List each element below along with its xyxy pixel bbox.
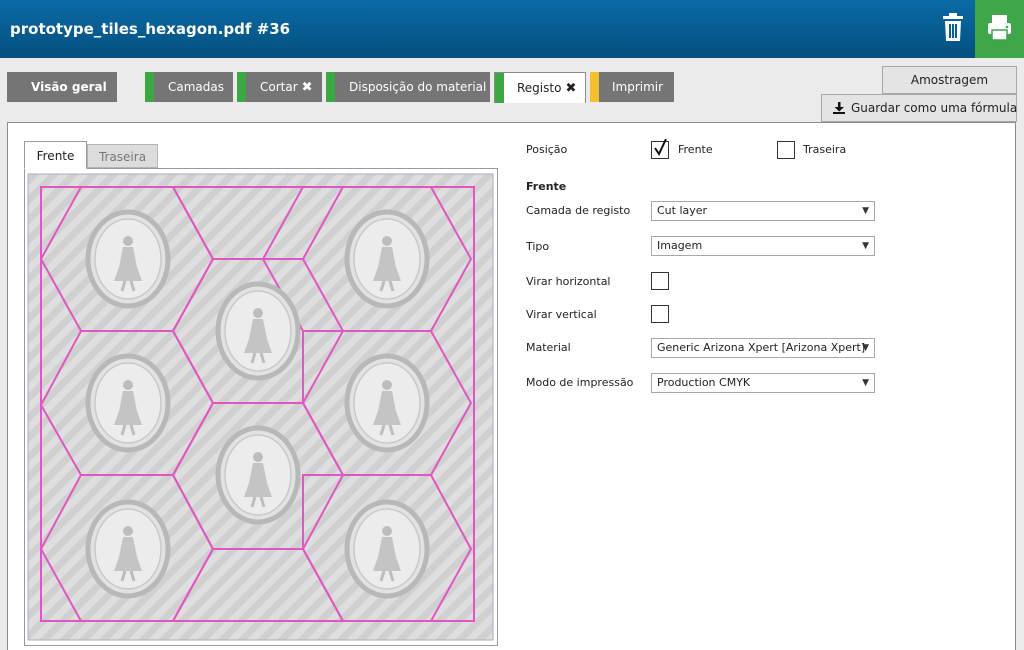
tab-front[interactable]: Frente: [24, 141, 87, 169]
tab-material-layout-label: Disposição do material: [349, 80, 487, 94]
tab-cut[interactable]: Cortar ✖: [237, 72, 322, 102]
position-back-checkbox[interactable]: [777, 141, 795, 159]
tab-layers[interactable]: Camadas: [145, 72, 233, 102]
material-select[interactable]: Generic Arizona Xpert [Arizona Xpert] ▼: [651, 338, 875, 358]
flip-vertical-label: Virar vertical: [526, 308, 597, 321]
dropdown-arrow-icon: ▼: [862, 378, 869, 388]
print-mode-value: Production CMYK: [657, 376, 751, 389]
type-value: Imagem: [657, 239, 703, 252]
download-icon: [833, 102, 845, 114]
tab-registration-label: Registo: [517, 81, 562, 95]
save-formula-label: Guardar como uma fórmula: [851, 101, 1018, 115]
document-title: prototype_tiles_hexagon.pdf #36: [10, 20, 291, 38]
preview-canvas[interactable]: [24, 168, 498, 646]
tab-material-layout[interactable]: Disposição do material: [326, 72, 490, 102]
save-formula-button[interactable]: Guardar como uma fórmula: [821, 94, 1017, 122]
flip-horizontal-label: Virar horizontal: [526, 275, 611, 288]
status-bar-warning: [590, 72, 599, 102]
tab-back-label: Traseira: [98, 150, 147, 164]
printer-icon: [988, 15, 1011, 41]
material-value: Generic Arizona Xpert [Arizona Xpert]: [657, 341, 866, 354]
reg-layer-value: Cut layer: [657, 204, 708, 217]
tab-registration[interactable]: Registo ✖: [494, 72, 586, 103]
tab-back[interactable]: Traseira: [87, 144, 158, 168]
section-title-front: Frente: [526, 180, 567, 193]
tab-layers-label: Camadas: [168, 80, 224, 94]
print-button[interactable]: [975, 0, 1024, 58]
trash-icon: [943, 13, 963, 41]
flip-vertical-checkbox[interactable]: [651, 305, 669, 323]
tab-cut-label: Cortar: [260, 80, 298, 94]
sampling-button[interactable]: Amostragem: [882, 66, 1017, 94]
dropdown-arrow-icon: ▼: [862, 343, 869, 353]
tab-print[interactable]: Imprimir: [590, 72, 674, 102]
close-icon[interactable]: ✖: [302, 80, 313, 95]
dropdown-arrow-icon: ▼: [862, 241, 869, 251]
status-bar-ok: [145, 72, 154, 102]
print-mode-select[interactable]: Production CMYK ▼: [651, 373, 875, 393]
reg-layer-label: Camada de registo: [526, 204, 631, 217]
close-icon[interactable]: ✖: [565, 81, 576, 96]
dropdown-arrow-icon: ▼: [862, 206, 869, 216]
sampling-label: Amostragem: [910, 73, 989, 87]
position-label: Posição: [526, 143, 568, 156]
position-front-label: Frente: [678, 143, 713, 156]
checkmark-icon: [654, 139, 667, 157]
reg-layer-select[interactable]: Cut layer ▼: [651, 201, 875, 221]
flip-horizontal-checkbox[interactable]: [651, 272, 669, 290]
status-bar-ok: [237, 72, 246, 102]
tab-print-label: Imprimir: [612, 80, 664, 94]
artwork-preview: [27, 173, 494, 641]
material-label: Material: [526, 341, 571, 354]
tab-overview-label: Visão geral: [31, 80, 107, 94]
app-header: prototype_tiles_hexagon.pdf #36: [0, 0, 1024, 58]
type-label: Tipo: [526, 240, 550, 253]
tab-front-label: Frente: [36, 149, 75, 163]
status-bar-ok: [495, 73, 504, 103]
delete-button[interactable]: [938, 12, 968, 44]
status-bar-ok: [326, 72, 335, 102]
type-select[interactable]: Imagem ▼: [651, 236, 875, 256]
position-front-checkbox[interactable]: [651, 139, 669, 159]
tab-overview[interactable]: Visão geral: [7, 72, 117, 102]
print-mode-label: Modo de impressão: [526, 376, 634, 389]
position-back-label: Traseira: [803, 143, 847, 156]
